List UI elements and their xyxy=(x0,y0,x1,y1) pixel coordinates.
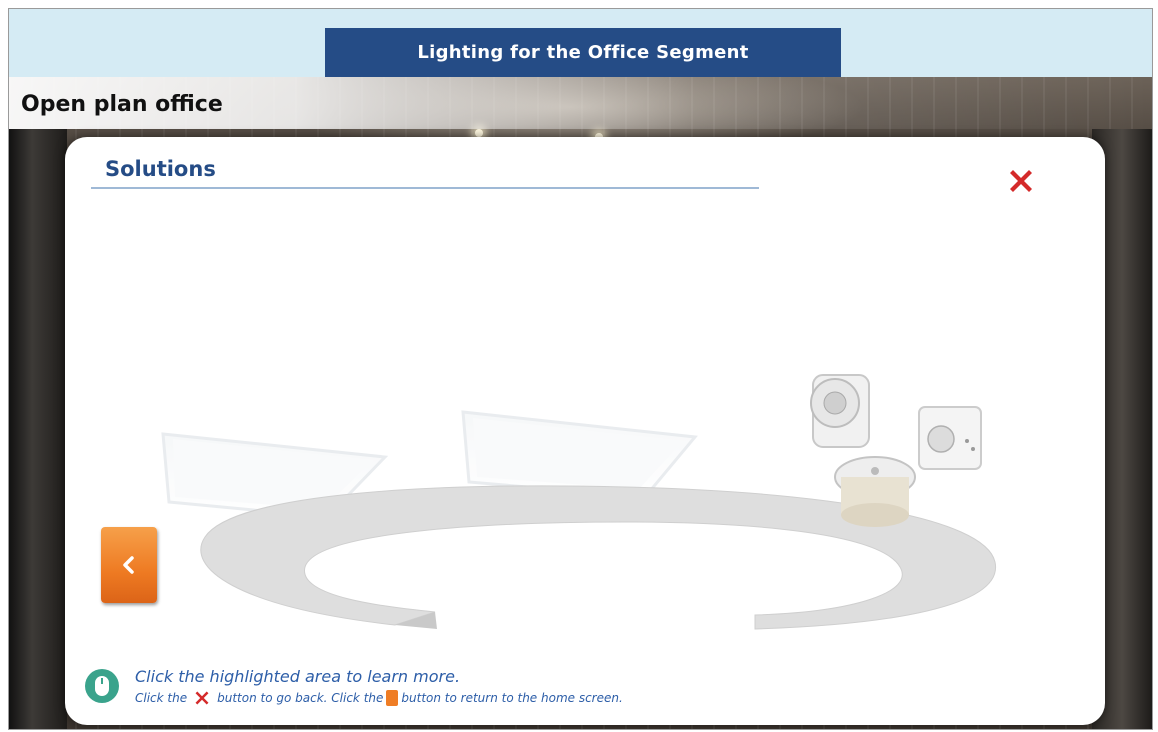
led-panel-illustration[interactable] xyxy=(461,410,698,499)
help-hint: Click the highlighted area to learn more… xyxy=(85,663,845,713)
panel-title: Solutions xyxy=(105,157,216,181)
ceiling-light xyxy=(475,129,483,137)
back-button[interactable] xyxy=(101,527,157,603)
top-header-bar: Lighting for the Office Segment xyxy=(9,9,1152,77)
close-x-icon xyxy=(1010,170,1032,192)
ceiling-sensor-illustration[interactable] xyxy=(834,456,916,527)
chevron-left-icon xyxy=(123,556,134,574)
title-divider xyxy=(91,187,759,189)
close-x-icon xyxy=(195,691,209,705)
home-button-icon xyxy=(386,690,399,706)
close-button[interactable] xyxy=(1001,161,1041,201)
solutions-panel: Solutions Click the highlighted area to … xyxy=(65,137,1105,725)
hint-secondary-text: Click the button to go back. Click the b… xyxy=(135,688,623,708)
app-frame: Lighting for the Office Segment Open pla… xyxy=(8,8,1153,730)
app-title: Lighting for the Office Segment xyxy=(325,28,841,77)
section-header: Open plan office xyxy=(9,77,1152,129)
background-left-wall xyxy=(9,129,67,729)
hint-text-part: Click the xyxy=(135,691,188,705)
motion-sensor-wall-illustration[interactable] xyxy=(810,374,870,448)
hint-text-part: button to go back. Click the xyxy=(217,691,384,705)
solutions-illustration xyxy=(161,374,996,630)
hint-primary-text: Click the highlighted area to learn more… xyxy=(135,667,461,686)
hint-text-part: button to return to the home screen. xyxy=(401,691,623,705)
section-title: Open plan office xyxy=(21,92,223,117)
mouse-icon xyxy=(85,669,119,703)
presence-sensor-box-illustration[interactable] xyxy=(918,406,982,470)
